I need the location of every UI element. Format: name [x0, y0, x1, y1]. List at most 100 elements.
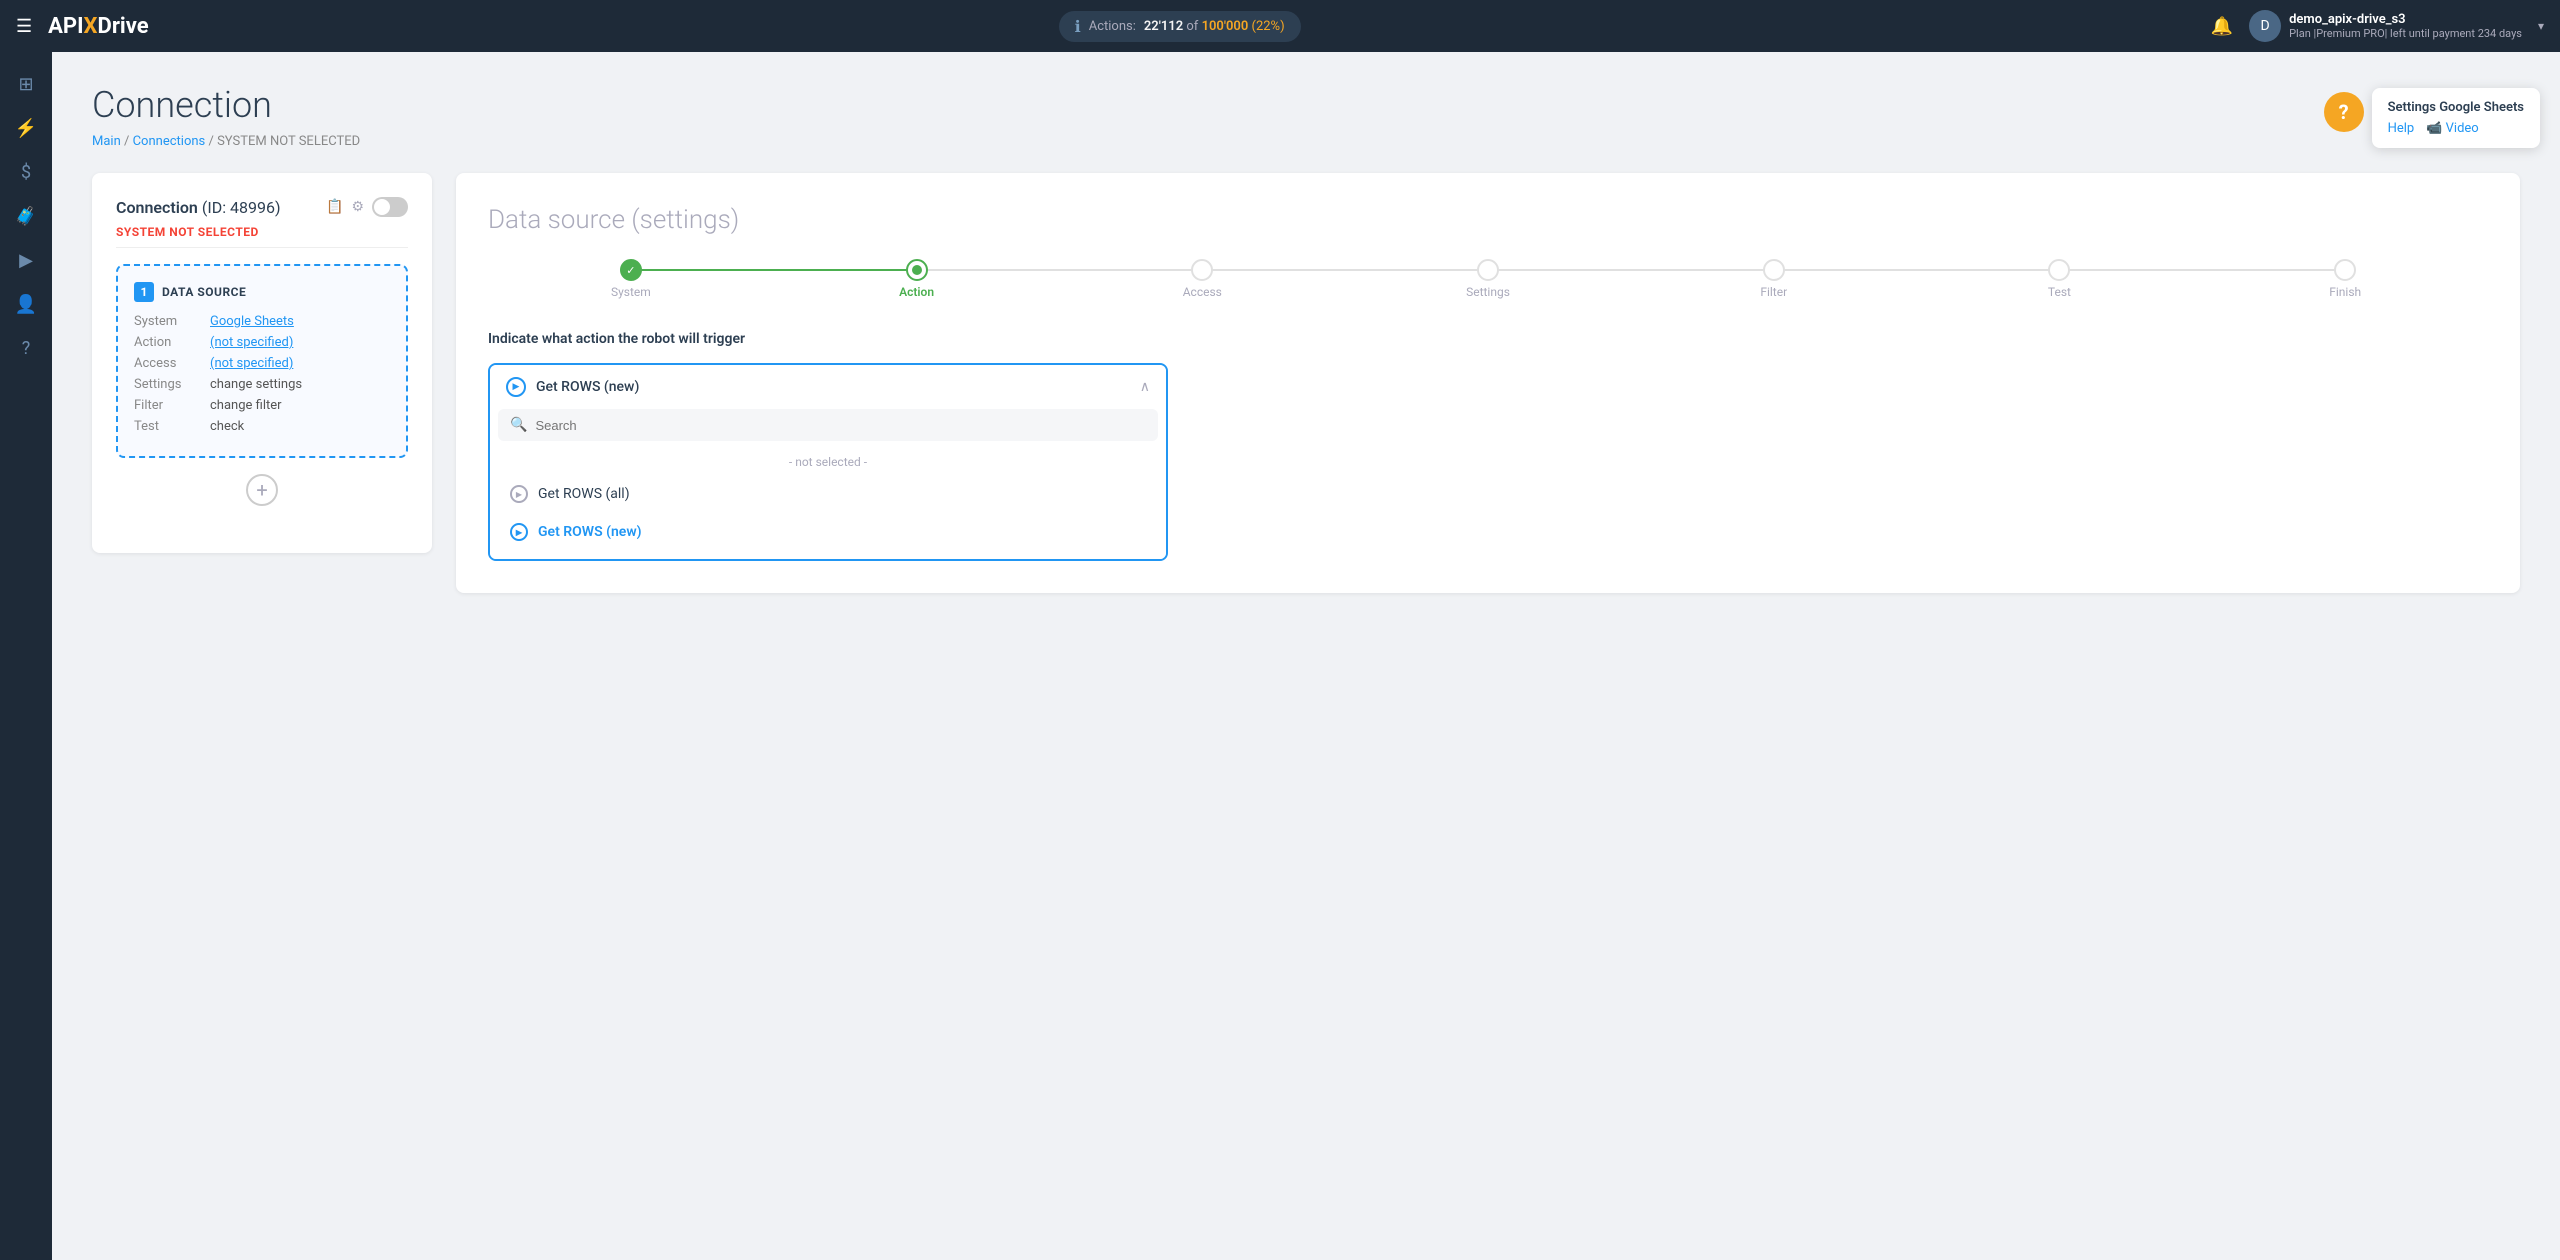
- option-get-rows-all[interactable]: ▶ Get ROWS (all): [498, 475, 1158, 513]
- connection-card: Connection (ID: 48996) 📋 ⚙ SYSTEM NOT SE…: [92, 173, 432, 553]
- add-circle-icon[interactable]: +: [246, 474, 278, 506]
- help-button[interactable]: ?: [2324, 92, 2364, 132]
- ds-row-access: Access (not specified): [134, 356, 390, 371]
- step-system-label: System: [611, 285, 651, 299]
- step-access: Access: [1059, 259, 1345, 299]
- sidebar-item-tasks[interactable]: 🧳: [6, 196, 46, 236]
- dropdown-selected-label: Get ROWS (new): [536, 379, 639, 395]
- ds-row-system: System Google Sheets: [134, 314, 390, 329]
- logo: APIXDrive: [48, 14, 148, 39]
- breadcrumb-connections[interactable]: Connections: [133, 134, 206, 149]
- search-input[interactable]: [535, 418, 1146, 433]
- dropdown-body: 🔍 - not selected - ▶ Get ROWS (all) ▶ Ge…: [490, 409, 1166, 559]
- settings-icon[interactable]: ⚙: [351, 199, 364, 215]
- step-finish-label: Finish: [2329, 285, 2361, 299]
- not-selected-label: - not selected -: [498, 449, 1158, 475]
- step-access-label: Access: [1183, 285, 1222, 299]
- breadcrumb-main[interactable]: Main: [92, 134, 121, 149]
- user-plan: Plan |Premium PRO| left until payment 23…: [2289, 27, 2522, 40]
- step-settings-label: Settings: [1466, 285, 1510, 299]
- ds-settings-value: change settings: [210, 377, 302, 392]
- ds-row-filter: Filter change filter: [134, 398, 390, 413]
- help-card: Settings Google Sheets Help 📹 Video: [2372, 88, 2540, 148]
- action-dropdown[interactable]: ▶ Get ROWS (new) ∧ 🔍 - not selected - ▶ …: [488, 363, 1168, 561]
- avatar: D: [2249, 10, 2281, 42]
- step-system-circle: ✓: [620, 259, 642, 281]
- user-name: demo_apix-drive_s3: [2289, 12, 2522, 27]
- sidebar-item-help[interactable]: ?: [6, 328, 46, 368]
- help-widget: ? Settings Google Sheets Help 📹 Video: [2324, 88, 2540, 148]
- user-chevron-icon[interactable]: ▾: [2538, 19, 2544, 33]
- connection-header: Connection (ID: 48996) 📋 ⚙: [116, 197, 408, 217]
- connection-title: Connection (ID: 48996): [116, 198, 281, 217]
- sidebar-item-media[interactable]: ▶: [6, 240, 46, 280]
- video-link[interactable]: 📹 Video: [2426, 121, 2479, 136]
- step-access-circle: [1191, 259, 1213, 281]
- actions-total: 100'000: [1202, 19, 1249, 34]
- search-box: 🔍: [498, 409, 1158, 441]
- search-icon: 🔍: [510, 417, 527, 433]
- ds-row-action: Action (not specified): [134, 335, 390, 350]
- step-test: Test: [1917, 259, 2203, 299]
- ds-system-value[interactable]: Google Sheets: [210, 314, 294, 329]
- dropdown-header-left: ▶ Get ROWS (new): [506, 377, 639, 397]
- page-title: Connection: [92, 84, 2520, 126]
- step-finish-circle: [2334, 259, 2356, 281]
- logo-x: X: [84, 14, 98, 39]
- option-label-new: Get ROWS (new): [538, 524, 642, 540]
- ds-filter-value: change filter: [210, 398, 282, 413]
- actions-of: of: [1186, 19, 1201, 34]
- panel-title: Data source (settings): [488, 205, 2488, 235]
- stepper: ✓ System Action Access Settings Fi: [488, 259, 2488, 299]
- ds-action-value[interactable]: (not specified): [210, 335, 293, 350]
- step-finish: Finish: [2202, 259, 2488, 299]
- action-description: Indicate what action the robot will trig…: [488, 331, 2488, 347]
- actions-count: 22'112 of 100'000 (22%): [1144, 19, 1285, 34]
- step-filter-circle: [1763, 259, 1785, 281]
- ds-title: DATA SOURCE: [162, 285, 246, 299]
- ds-test-value: check: [210, 419, 244, 434]
- step-system: ✓ System: [488, 259, 774, 299]
- connection-toggle[interactable]: [372, 197, 408, 217]
- step-settings: Settings: [1345, 259, 1631, 299]
- step-filter-label: Filter: [1760, 285, 1787, 299]
- info-icon: ℹ: [1075, 17, 1081, 36]
- option-play-icon-new: ▶: [510, 523, 528, 541]
- actions-label: Actions:: [1089, 19, 1136, 34]
- ds-row-test: Test check: [134, 419, 390, 434]
- step-settings-circle: [1477, 259, 1499, 281]
- dropdown-header[interactable]: ▶ Get ROWS (new) ∧: [490, 365, 1166, 409]
- logo-drive: Drive: [98, 14, 149, 39]
- menu-icon[interactable]: ☰: [16, 16, 32, 37]
- option-get-rows-new[interactable]: ▶ Get ROWS (new): [498, 513, 1158, 551]
- sidebar-item-profile[interactable]: 👤: [6, 284, 46, 324]
- step-action: Action: [774, 259, 1060, 299]
- actions-badge: ℹ Actions: 22'112 of 100'000 (22%): [1059, 11, 1301, 42]
- breadcrumb: Main / Connections / SYSTEM NOT SELECTED: [92, 134, 2520, 149]
- ds-row-settings: Settings change settings: [134, 377, 390, 392]
- user-info: D demo_apix-drive_s3 Plan |Premium PRO| …: [2249, 10, 2522, 42]
- logo-api: API: [48, 14, 83, 39]
- step-action-circle: [906, 259, 928, 281]
- help-links: Help 📹 Video: [2388, 121, 2524, 136]
- data-source-box: 1 DATA SOURCE System Google Sheets Actio…: [116, 264, 408, 458]
- connection-header-icons: 📋 ⚙: [326, 197, 408, 217]
- content-grid: Connection (ID: 48996) 📋 ⚙ SYSTEM NOT SE…: [92, 173, 2520, 593]
- navbar: ☰ APIXDrive ℹ Actions: 22'112 of 100'000…: [0, 0, 2560, 52]
- step-test-label: Test: [2048, 285, 2071, 299]
- copy-icon[interactable]: 📋: [326, 199, 343, 215]
- help-card-title: Settings Google Sheets: [2388, 100, 2524, 115]
- sidebar-item-dashboard[interactable]: ⊞: [6, 64, 46, 104]
- help-link[interactable]: Help: [2388, 121, 2415, 136]
- sidebar-item-connections[interactable]: ⚡: [6, 108, 46, 148]
- ds-access-value[interactable]: (not specified): [210, 356, 293, 371]
- add-block-btn[interactable]: +: [116, 474, 408, 506]
- system-not-selected-label: SYSTEM NOT SELECTED: [116, 225, 408, 248]
- main-content: Connection Main / Connections / SYSTEM N…: [52, 52, 2560, 1260]
- option-play-icon-all: ▶: [510, 485, 528, 503]
- panel-title-suffix: (settings): [631, 205, 739, 235]
- actions-used: 22'112: [1144, 19, 1183, 34]
- sidebar-item-billing[interactable]: $: [6, 152, 46, 192]
- bell-icon[interactable]: 🔔: [2211, 16, 2233, 37]
- connection-id: (ID: 48996): [202, 198, 281, 217]
